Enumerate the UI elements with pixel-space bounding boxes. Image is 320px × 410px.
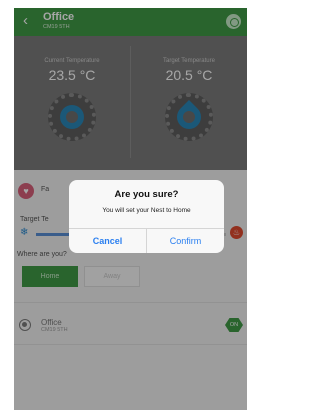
cancel-button[interactable]: Cancel [69, 229, 146, 253]
app-screen: ‹ Office CM19 5TH Current Temperature 23… [14, 8, 247, 410]
confirmation-dialog: Are you sure? You will set your Nest to … [69, 180, 224, 253]
dialog-message: You will set your Nest to Home [102, 207, 191, 214]
dialog-title: Are you sure? [114, 189, 179, 200]
confirm-button[interactable]: Confirm [147, 229, 224, 253]
